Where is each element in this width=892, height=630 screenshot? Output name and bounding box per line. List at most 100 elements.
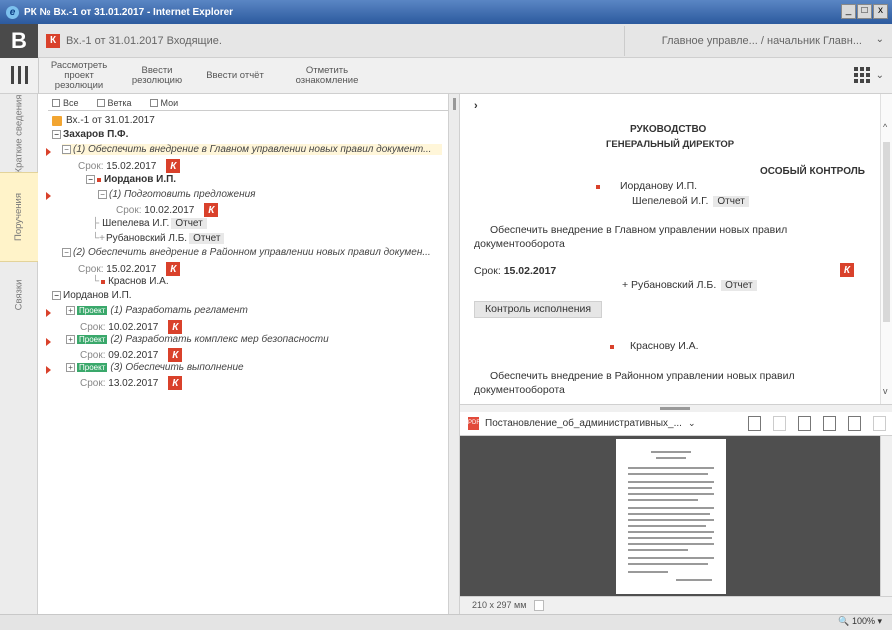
expand-arrow-icon[interactable]	[46, 148, 51, 156]
minimize-button[interactable]: _	[841, 4, 856, 19]
sign-file-icon[interactable]	[848, 416, 861, 431]
expand-icon[interactable]: +	[66, 363, 75, 372]
tree-node-rubanovsky[interactable]: └+ Рубановский Л.Б. Отчет	[92, 233, 225, 244]
collapse-icon[interactable]: −	[86, 175, 95, 184]
collapse-icon[interactable]: −	[98, 190, 107, 199]
mark-acknowledgment-button[interactable]: Отметить ознакомление	[282, 58, 372, 94]
k-badge-icon[interactable]: К	[204, 203, 219, 217]
expand-arrow-icon[interactable]	[46, 309, 51, 317]
scroll-thumb[interactable]	[883, 142, 890, 322]
report-button[interactable]: Отчет	[171, 218, 207, 229]
tree-order-1-1[interactable]: − (1) Подготовить предложения	[98, 189, 256, 200]
filter-mine[interactable]: Мои	[149, 98, 178, 108]
scroll-down-icon[interactable]: v	[883, 386, 888, 396]
expand-icon[interactable]: +	[66, 335, 75, 344]
tree-root[interactable]: Вх.-1 от 31.01.2017	[52, 115, 155, 126]
k-badge-icon[interactable]: К	[168, 376, 183, 390]
tree-order-1[interactable]: − (1) Обеспечить внедрение в Главном упра…	[62, 144, 442, 155]
text-line	[628, 525, 706, 527]
copy-file-icon[interactable]	[823, 416, 836, 431]
filter-all[interactable]: Все	[52, 98, 79, 108]
tab-orders[interactable]: Поручения	[0, 172, 38, 262]
chevron-right-icon[interactable]: ›	[474, 100, 478, 112]
expand-arrow-icon[interactable]	[46, 192, 51, 200]
tree-node-iordanov-root[interactable]: − Иорданов И.П.	[52, 290, 132, 301]
expand-arrow-icon[interactable]	[46, 338, 51, 346]
text-line	[628, 537, 712, 539]
maximize-button[interactable]: □	[857, 4, 872, 19]
panel-splitter[interactable]	[448, 94, 460, 616]
chevron-down-icon[interactable]: ⌄	[876, 70, 884, 81]
menu-icon[interactable]	[6, 66, 32, 86]
tab-brief[interactable]: Краткие сведения	[0, 94, 38, 174]
expand-arrow-icon[interactable]	[46, 366, 51, 374]
enter-resolution-button[interactable]: Ввести резолюцию	[122, 58, 192, 94]
tree-order-2[interactable]: − (2) Обеспечить внедрение в Районном упр…	[62, 247, 431, 258]
addressee-name: Иорданову И.П.	[620, 180, 698, 192]
project-1[interactable]: + Проект (1) Разработать регламент	[66, 305, 248, 316]
review-project-button[interactable]: Рассмотреть проект резолюции	[44, 58, 114, 94]
due-date: 10.02.2017	[108, 321, 159, 333]
enter-report-button[interactable]: Ввести отчёт	[200, 58, 270, 94]
collapse-icon[interactable]: −	[62, 248, 71, 257]
collapse-icon[interactable]: −	[52, 291, 61, 300]
new-file-icon[interactable]	[748, 416, 761, 431]
zoom-value: 100%	[851, 616, 875, 626]
tab-links-label: Связки	[12, 279, 24, 311]
report-button[interactable]: Отчет	[721, 280, 757, 291]
zoom-level[interactable]: 🔍 100% ▾	[838, 616, 882, 627]
report-button[interactable]: Отчет	[189, 233, 225, 244]
collapse-icon[interactable]: −	[52, 130, 61, 139]
preview-hscroll[interactable]	[534, 600, 544, 611]
text-line	[628, 473, 708, 475]
document-scrollbar[interactable]: ^ v	[880, 94, 892, 404]
expand-icon[interactable]: +	[66, 306, 75, 315]
document-preview[interactable]	[460, 436, 880, 596]
horizontal-splitter[interactable]	[460, 404, 892, 412]
text-line	[628, 519, 714, 521]
tree-node-shepeleva[interactable]: ├ Шепелева И.Г. Отчет	[92, 218, 207, 229]
current-user[interactable]: Главное управле... / начальник Главн...	[662, 24, 862, 58]
filter-branch[interactable]: Ветка	[96, 98, 132, 108]
assignee-name: Иорданов И.П.	[63, 290, 132, 301]
doc-due: Срок: 15.02.2017	[474, 265, 556, 277]
k-badge-icon[interactable]: К	[168, 348, 183, 362]
header-divider	[624, 26, 625, 56]
collapse-icon[interactable]: −	[62, 145, 71, 154]
k-badge-icon[interactable]: К	[166, 159, 181, 173]
scroll-up-icon[interactable]: ^	[883, 122, 887, 132]
window-title: РК № Вх.-1 от 31.01.2017 - Internet Expl…	[24, 6, 234, 18]
preview-scrollbar[interactable]	[880, 436, 892, 596]
close-button[interactable]: x	[873, 4, 888, 19]
project-2[interactable]: + Проект (2) Разработать комплекс мер безо…	[66, 334, 329, 345]
tree-node-krasnov[interactable]: └ Краснов И.А.	[92, 276, 169, 287]
project-3[interactable]: + Проект (3) Обеспечить выполнение	[66, 362, 244, 373]
document-view: › РУКОВОДСТВО ГЕНЕРАЛЬНЫЙ ДИРЕКТОР ОСОБЫ…	[460, 94, 880, 404]
delete-file-icon[interactable]	[798, 416, 811, 431]
report-button[interactable]: Отчет	[713, 196, 749, 207]
chevron-down-icon[interactable]: ⌄	[876, 34, 884, 45]
k-badge-icon[interactable]: К	[840, 263, 854, 277]
tree-node-iordanov[interactable]: − Иорданов И.П.	[86, 174, 176, 185]
k-badge-icon[interactable]: К	[166, 262, 181, 276]
window-title-bar: e РК № Вх.-1 от 31.01.2017 - Internet Ex…	[0, 0, 892, 24]
execution-control-button[interactable]: Контроль исполнения	[474, 301, 603, 318]
tree-node-zakharov[interactable]: − Захаров П.Ф.	[52, 129, 128, 140]
apps-grid-icon[interactable]	[854, 67, 870, 83]
text-line	[628, 499, 698, 501]
project-badge: Проект	[77, 335, 108, 344]
chevron-down-icon[interactable]: ⌄	[688, 418, 696, 429]
assignee-name: Захаров П.Ф.	[63, 129, 129, 140]
edit-file-icon	[773, 416, 786, 431]
tab-links[interactable]: Связки	[0, 260, 38, 330]
k-badge-icon[interactable]: К	[168, 320, 183, 334]
due-date: 13.02.2017	[108, 377, 159, 389]
splitter-handle[interactable]	[453, 98, 456, 110]
status-dot	[610, 345, 614, 349]
attachment-file-name[interactable]: Постановление_об_административных_...	[485, 418, 682, 429]
text-line	[628, 563, 708, 565]
special-control-label: ОСОБЫЙ КОНТРОЛЬ	[760, 166, 865, 177]
splitter-handle[interactable]	[660, 407, 690, 410]
assignee-name: + Рубановский Л.Б.	[622, 279, 717, 291]
toolbar: Рассмотреть проект резолюции Ввести резо…	[0, 58, 892, 94]
